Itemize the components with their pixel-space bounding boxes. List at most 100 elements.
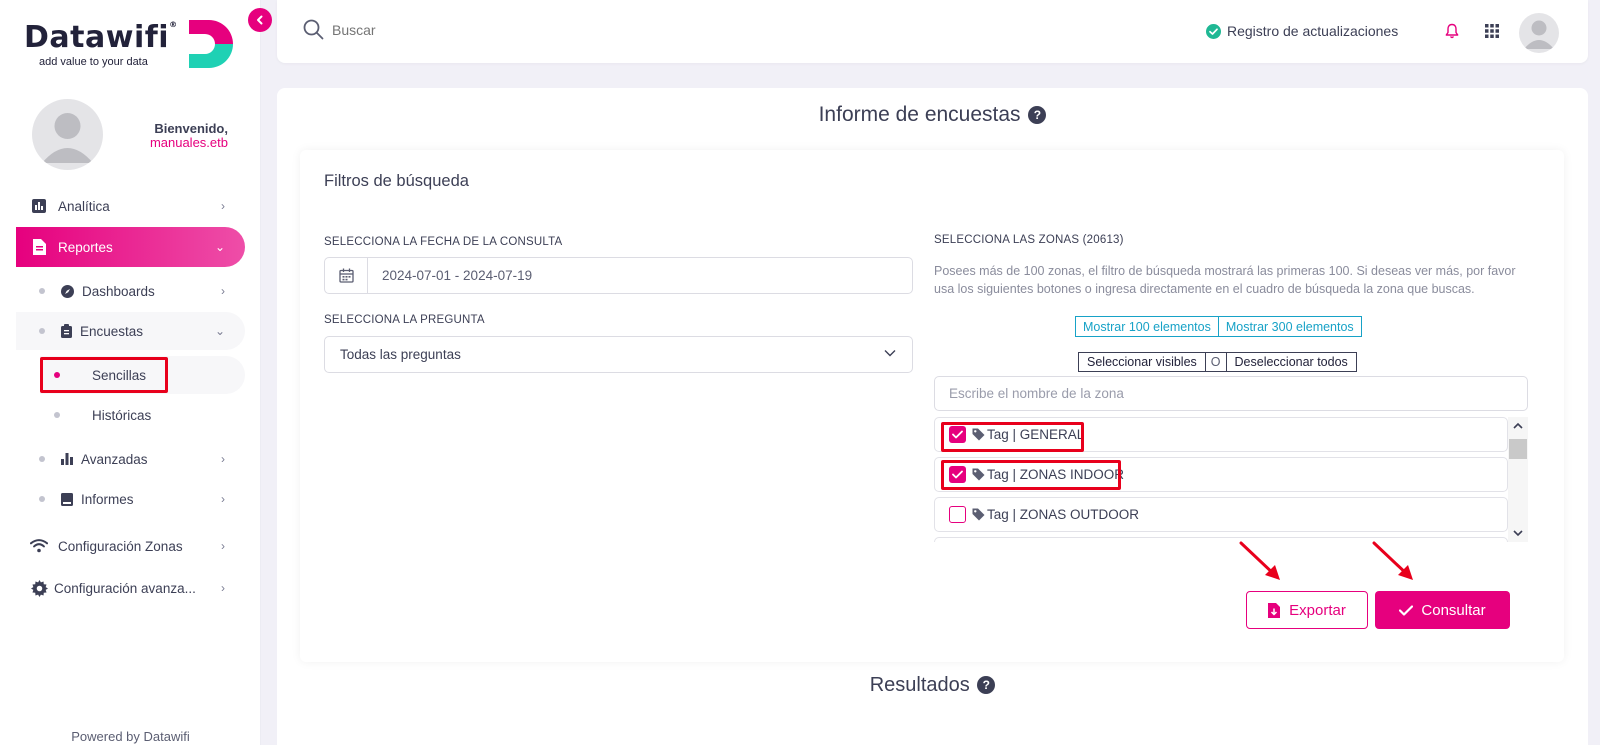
consultar-label: Consultar	[1421, 601, 1486, 619]
updates-label: Registro de actualizaciones	[1227, 23, 1399, 39]
search-icon	[303, 19, 324, 40]
book-icon	[61, 492, 73, 506]
zone-item-label: Tag | ZONAS INDOOR	[987, 467, 1125, 482]
chevron-down-icon	[884, 350, 896, 357]
sidebar-item-reportes[interactable]: Reportes ⌄	[16, 227, 245, 267]
export-button[interactable]: Exportar	[1246, 591, 1368, 629]
chevron-right-icon: ›	[221, 199, 225, 213]
date-range-field[interactable]: 2024-07-01 - 2024-07-19	[324, 257, 913, 294]
show-elements-group: Mostrar 100 elementos Mostrar 300 elemen…	[1075, 316, 1362, 337]
scroll-down-arrow-icon[interactable]	[1508, 524, 1528, 542]
document-icon	[30, 239, 48, 255]
zone-item[interactable]	[934, 537, 1508, 542]
show-300-button[interactable]: Mostrar 300 elementos	[1218, 316, 1362, 337]
export-label: Exportar	[1289, 601, 1346, 619]
tag-icon	[972, 428, 985, 441]
sidebar-item-label: Configuración avanza...	[54, 580, 196, 596]
sidebar-item-dashboards[interactable]: Dashboards ›	[16, 272, 245, 310]
show-100-button[interactable]: Mostrar 100 elementos	[1075, 316, 1219, 337]
zone-item[interactable]: Tag | ZONAS INDOOR	[934, 457, 1508, 492]
sidebar-item-sencillas[interactable]: Sencillas	[40, 356, 245, 394]
sidebar-item-analitica[interactable]: Analítica ›	[16, 187, 245, 225]
username: manuales.etb	[149, 135, 228, 150]
sidebar-item-historicas[interactable]: Históricas	[40, 396, 245, 434]
tag-icon	[972, 508, 985, 521]
sidebar-item-label: Configuración Zonas	[58, 538, 183, 554]
sidebar-item-encuestas[interactable]: Encuestas ⌄	[16, 312, 245, 350]
deselect-all-button[interactable]: Deseleccionar todos	[1226, 352, 1357, 372]
zone-search-input[interactable]: Escribe el nombre de la zona	[934, 376, 1528, 411]
topbar: Registro de actualizaciones	[277, 0, 1588, 63]
user-avatar[interactable]	[32, 99, 103, 170]
file-download-icon	[1268, 602, 1281, 618]
sidebar-item-avanzadas[interactable]: Avanzadas ›	[16, 440, 245, 478]
welcome-text: Bienvenido,	[154, 121, 228, 136]
sidebar-item-label: Avanzadas	[81, 451, 148, 467]
updates-link[interactable]: Registro de actualizaciones	[1206, 23, 1398, 39]
chevron-right-icon: ›	[221, 581, 225, 595]
date-range-value: 2024-07-01 - 2024-07-19	[382, 268, 533, 283]
page-title-text: Informe de encuestas	[818, 103, 1021, 126]
wifi-icon	[30, 538, 48, 554]
question-label: SELECCIONA LA PREGUNTA	[324, 314, 485, 326]
chevron-down-icon: ⌄	[214, 324, 225, 338]
help-icon[interactable]: ?	[977, 676, 996, 694]
zone-item[interactable]: Tag | GENERAL	[934, 417, 1508, 452]
powered-by: Powered by Datawifi	[71, 729, 190, 744]
clipboard-icon	[61, 324, 72, 338]
checkbox-checked-icon[interactable]	[949, 466, 966, 483]
bullet-icon	[39, 328, 45, 334]
selection-group: Seleccionar visibles O Deseleccionar tod…	[1078, 352, 1357, 372]
zone-list-scrollbar[interactable]	[1508, 417, 1528, 542]
page-scrollbar[interactable]	[1590, 0, 1600, 745]
datawifi-logo[interactable]: Datawifi® add value to your data	[24, 16, 239, 76]
welcome-block: Bienvenido, manuales.etb	[120, 122, 228, 150]
check-circle-icon	[1206, 23, 1221, 39]
bar-chart-icon	[30, 199, 48, 213]
zone-item-label: Tag | ZONAS OUTDOOR	[987, 507, 1140, 522]
checkbox-unchecked-icon[interactable]	[949, 506, 966, 523]
compass-icon	[61, 284, 74, 298]
main-content: Informe de encuestas ? Filtros de búsque…	[277, 88, 1588, 745]
check-icon	[1399, 604, 1414, 616]
sidebar-item-label: Reportes	[58, 239, 113, 255]
checkbox-checked-icon[interactable]	[949, 426, 966, 443]
sidebar-item-informes[interactable]: Informes ›	[16, 480, 245, 518]
calendar-icon	[325, 258, 368, 293]
header-avatar[interactable]	[1519, 13, 1559, 53]
sidebar-item-label: Dashboards	[82, 283, 155, 299]
search-box[interactable]	[303, 19, 632, 40]
chevron-right-icon: ›	[221, 539, 225, 553]
chevron-right-icon: ›	[221, 452, 225, 466]
consultar-button[interactable]: Consultar	[1375, 591, 1510, 629]
zone-search-placeholder: Escribe el nombre de la zona	[949, 386, 1124, 401]
sidebar-item-label: Analítica	[58, 198, 110, 214]
logo-tagline: add value to your data	[39, 56, 148, 68]
chevron-right-icon: ›	[221, 492, 225, 506]
sidebar-item-configuracion-zonas[interactable]: Configuración Zonas ›	[16, 527, 245, 565]
bar-chart-icon	[61, 453, 73, 465]
chevron-left-icon	[257, 15, 263, 25]
logo-d-mark-icon	[189, 20, 233, 68]
results-title: Resultados ?	[277, 674, 1588, 697]
scroll-up-arrow-icon[interactable]	[1508, 417, 1528, 435]
sidebar-item-label: Sencillas	[92, 367, 147, 383]
bullet-icon	[39, 288, 45, 294]
search-input[interactable]	[332, 21, 632, 38]
sidebar-item-configuracion-avanzada[interactable]: Configuración avanza... ›	[16, 569, 245, 607]
notifications-bell-icon[interactable]	[1445, 23, 1459, 44]
help-icon[interactable]: ?	[1028, 106, 1047, 124]
bullet-icon	[39, 456, 45, 462]
page-title: Informe de encuestas ?	[277, 103, 1588, 127]
question-select[interactable]: Todas las preguntas	[324, 336, 913, 373]
zone-list: Tag | GENERAL Tag | ZONAS INDOOR Tag | Z…	[934, 417, 1528, 542]
apps-grid-icon[interactable]	[1485, 24, 1499, 43]
bullet-icon	[54, 412, 60, 418]
date-label: SELECCIONA LA FECHA DE LA CONSULTA	[324, 236, 563, 248]
scrollbar-thumb[interactable]	[1509, 439, 1527, 459]
active-bullet-icon	[54, 372, 60, 378]
collapse-sidebar-button[interactable]	[248, 8, 272, 32]
zone-item[interactable]: Tag | ZONAS OUTDOOR	[934, 497, 1508, 532]
sidebar-item-label: Informes	[81, 491, 134, 507]
select-visible-button[interactable]: Seleccionar visibles	[1078, 352, 1206, 372]
